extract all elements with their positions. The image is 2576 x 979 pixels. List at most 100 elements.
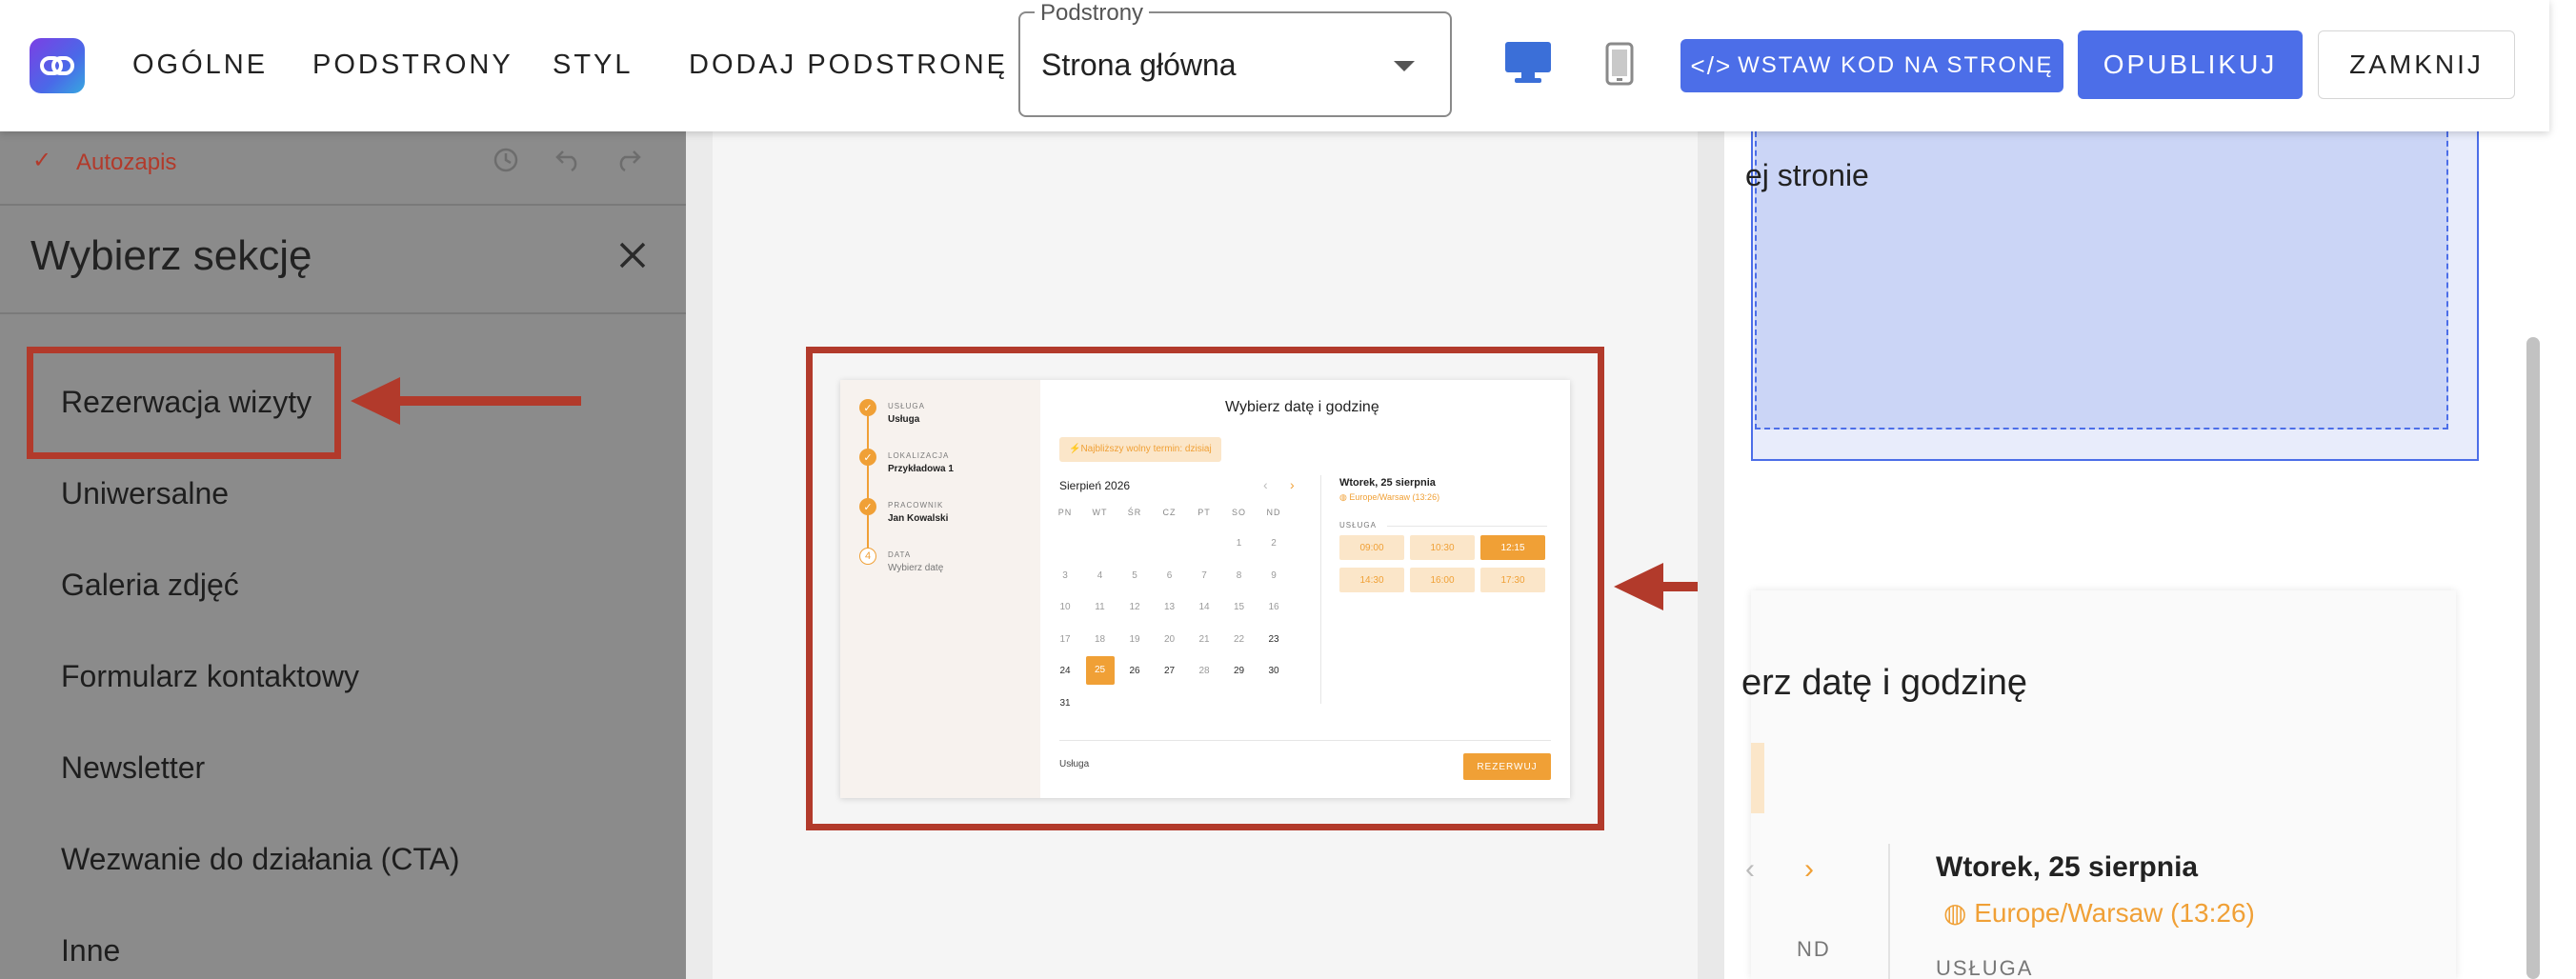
timezone-label: ◍ Europe/Warsaw (13:26)	[1943, 898, 2255, 928]
weekday-header: CZ	[1162, 508, 1177, 517]
sidebar-item-galeria-zdjec[interactable]: Galeria zdjęć	[61, 568, 239, 603]
calendar-day[interactable]: 9	[1264, 570, 1283, 581]
page-select-value: Strona główna	[1041, 48, 1237, 82]
time-slot[interactable]: 16:00	[1410, 568, 1475, 592]
calendar-day[interactable]: 2	[1264, 538, 1283, 549]
sidebar-item-formularz-kontaktowy[interactable]: Formularz kontaktowy	[61, 659, 359, 694]
steps-line	[867, 405, 869, 557]
divider	[1059, 740, 1551, 741]
calendar-day[interactable]: 8	[1230, 570, 1249, 581]
calendar-day[interactable]: 31	[1056, 698, 1075, 709]
embed-code-button[interactable]: </> WSTAW KOD NA STRONĘ	[1680, 39, 2063, 92]
calendar-day[interactable]: 17	[1056, 634, 1075, 645]
step-label: USŁUGA	[888, 402, 925, 410]
gutter	[1698, 131, 1724, 979]
sidebar-item-uniwersalne[interactable]: Uniwersalne	[61, 476, 229, 511]
calendar-day[interactable]: 15	[1230, 602, 1249, 612]
badge-fragment	[1751, 743, 1764, 813]
close-icon[interactable]	[617, 240, 648, 275]
calendar-day[interactable]: 11	[1091, 602, 1110, 612]
prev-month-icon[interactable]: ‹	[1745, 853, 1755, 886]
calendar-day[interactable]: 23	[1264, 634, 1283, 645]
preview-title: Wybierz datę i godzinę	[1225, 399, 1379, 415]
sidebar-item-inne[interactable]: Inne	[61, 933, 120, 969]
calendar-day[interactable]: 10	[1056, 602, 1075, 612]
footer-service: Usługa	[1059, 759, 1090, 769]
time-slot[interactable]: 14:30	[1339, 568, 1404, 592]
calendar-day[interactable]: 12	[1125, 602, 1144, 612]
weekday-header: WT	[1092, 508, 1108, 517]
next-month-icon[interactable]: ›	[1290, 477, 1295, 492]
calendar-day[interactable]: 25	[1085, 656, 1115, 686]
calendar-day[interactable]: 3	[1056, 570, 1075, 581]
step-label: LOKALIZACJA	[888, 451, 950, 460]
step-label: PRACOWNIK	[888, 501, 944, 509]
calendar-day[interactable]: 16	[1264, 602, 1283, 612]
calendar-day[interactable]: 7	[1195, 570, 1214, 581]
redo-icon[interactable]	[614, 148, 644, 177]
time-slot[interactable]: 09:00	[1339, 535, 1404, 560]
selected-date: Wtorek, 25 sierpnia	[1339, 477, 1436, 489]
nav-styl[interactable]: STYL	[553, 50, 634, 81]
calendar-day[interactable]: 6	[1160, 570, 1179, 581]
code-icon: </>	[1690, 50, 1733, 80]
divider	[1888, 844, 1890, 979]
sidebar-title: Wybierz sekcję	[30, 232, 312, 279]
calendar-day[interactable]: 24	[1056, 666, 1075, 676]
weekday-header: SO	[1231, 508, 1246, 517]
calendar-day[interactable]: 4	[1091, 570, 1110, 581]
publish-button[interactable]: OPUBLIKUJ	[2078, 30, 2303, 99]
nearest-date-badge: ⚡Najbliższy wolny termin: dzisiaj	[1059, 437, 1221, 462]
calendar-day[interactable]: 21	[1195, 634, 1214, 645]
time-slot[interactable]: 10:30	[1410, 535, 1475, 560]
window-scrollbar[interactable]	[2549, 0, 2576, 979]
calendar-day[interactable]: 14	[1195, 602, 1214, 612]
close-editor-button[interactable]: ZAMKNIJ	[2318, 30, 2515, 99]
globe-icon: ◍	[1339, 492, 1350, 502]
reserve-button[interactable]: REZERWUJ	[1463, 753, 1551, 780]
mobile-view-icon[interactable]	[1604, 42, 1635, 90]
text-fragment: ej stronie	[1745, 158, 1869, 192]
calendar-day[interactable]: 20	[1160, 634, 1179, 645]
nav-podstrony[interactable]: PODSTRONY	[312, 50, 513, 81]
calendar-day[interactable]: 28	[1195, 666, 1214, 676]
calendar-day[interactable]: 18	[1091, 634, 1110, 645]
check-icon: ✓	[859, 399, 876, 416]
weekday-header: PN	[1057, 508, 1073, 517]
prev-month-icon[interactable]: ‹	[1263, 477, 1268, 492]
nav-dodaj-podstrone[interactable]: DODAJ PODSTRONĘ	[689, 50, 1008, 81]
history-icon[interactable]	[492, 146, 520, 179]
chevron-down-icon[interactable]	[1394, 61, 1415, 71]
calendar-day[interactable]: 26	[1125, 666, 1144, 676]
calendar-day[interactable]: 30	[1264, 666, 1283, 676]
undo-icon[interactable]	[553, 148, 583, 177]
calendar-day[interactable]: 19	[1125, 634, 1144, 645]
time-slot[interactable]: 12:15	[1480, 535, 1545, 560]
time-slot[interactable]: 17:30	[1480, 568, 1545, 592]
weekday-header: ŚR	[1127, 508, 1142, 517]
nav-ogolne[interactable]: OGÓLNE	[132, 50, 268, 81]
preview-scrollbar-thumb[interactable]	[2526, 337, 2540, 979]
calendar-day[interactable]: 27	[1160, 666, 1179, 676]
checkmark-icon: ✓	[32, 148, 52, 173]
calendar-day[interactable]: 1	[1230, 538, 1249, 549]
calendar-day[interactable]: 22	[1230, 634, 1249, 645]
divider	[0, 312, 686, 314]
calendar-day[interactable]: 13	[1160, 602, 1179, 612]
weekday-header: PT	[1197, 508, 1211, 517]
step-number: 4	[859, 548, 876, 565]
sidebar-item-newsletter[interactable]: Newsletter	[61, 750, 205, 786]
embed-code-label: WSTAW KOD NA STRONĘ	[1738, 52, 2054, 78]
link-icon	[40, 56, 74, 75]
calendar-day[interactable]: 5	[1125, 570, 1144, 581]
sidebar-item-cta[interactable]: Wezwanie do działania (CTA)	[61, 842, 460, 877]
app-logo[interactable]	[30, 38, 85, 93]
next-month-icon[interactable]: ›	[1804, 853, 1814, 886]
sidebar-item-rezerwacja-wizyty[interactable]: Rezerwacja wizyty	[61, 385, 312, 420]
steps-panel	[840, 380, 1040, 798]
service-label: USŁUGA	[1339, 521, 1377, 529]
calendar-day[interactable]: 29	[1230, 666, 1249, 676]
booking-widget-preview[interactable]: ✓ USŁUGA Usługa ✓ LOKALIZACJA Przykładow…	[840, 380, 1570, 798]
desktop-view-icon[interactable]	[1503, 40, 1553, 89]
check-icon: ✓	[859, 498, 876, 515]
